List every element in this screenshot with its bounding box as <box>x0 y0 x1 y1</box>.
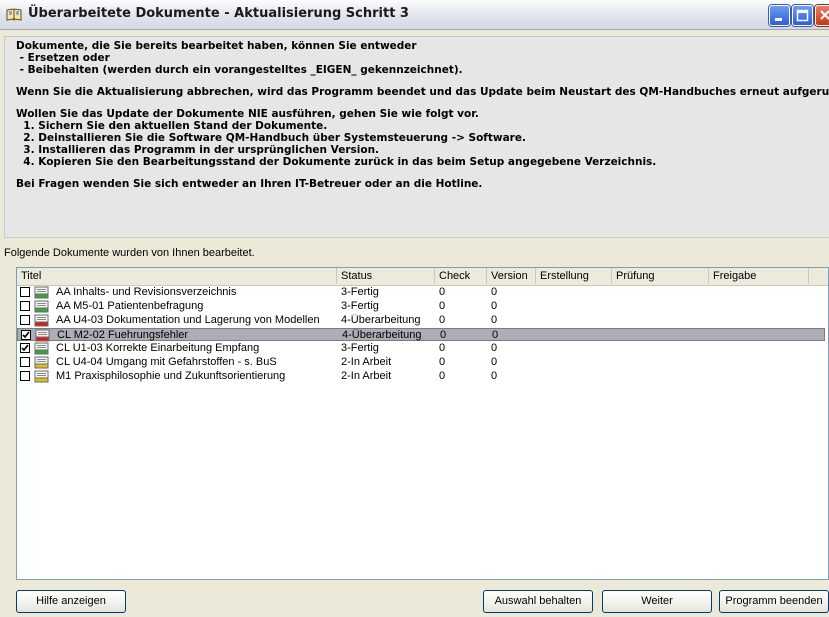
title-bar[interactable]: Überarbeitete Dokumente - Aktualisierung… <box>0 0 829 30</box>
row-checkbox[interactable] <box>20 343 30 353</box>
cell-version: 0 <box>491 342 498 354</box>
cell-check: 0 <box>439 370 446 382</box>
cell-title: CL M2-02 Fuehrungsfehler <box>57 329 189 341</box>
table-row[interactable]: CL U1-03 Korrekte Einarbeitung Empfang 3-… <box>17 342 825 355</box>
cell-check: 0 <box>439 300 446 312</box>
info-line: - Beibehalten (werden durch ein voranges… <box>16 64 463 76</box>
minimize-icon[interactable] <box>769 5 790 26</box>
cell-check: 0 <box>439 286 446 298</box>
table-row[interactable]: CL U4-04 Umgang mit Gefahrstoffen - s. B… <box>17 356 825 369</box>
info-line: Wenn Sie die Aktualisierung abbrechen, w… <box>16 86 829 98</box>
cell-status: 4-Überarbeitung <box>341 314 421 326</box>
document-icon <box>34 356 49 369</box>
documents-list[interactable]: Titel Status Check Version Erstellung Pr… <box>16 267 829 580</box>
document-icon <box>34 342 49 355</box>
row-checkbox[interactable] <box>20 287 30 297</box>
cell-status: 2-In Arbeit <box>341 356 392 368</box>
info-line: 3. Installieren das Programm in der ursp… <box>16 144 380 156</box>
column-header-erstellung[interactable]: Erstellung <box>536 268 612 284</box>
cell-check: 0 <box>439 356 446 368</box>
quit-program-button[interactable]: Programm beenden <box>719 590 829 613</box>
cell-status: 3-Fertig <box>341 342 379 354</box>
document-icon <box>34 314 49 327</box>
cell-title: AA Inhalts- und Revisionsverzeichnis <box>56 286 237 298</box>
cell-version: 0 <box>491 286 498 298</box>
cell-status: 2-In Arbeit <box>341 370 392 382</box>
column-header-freigabe[interactable]: Freigabe <box>709 268 809 284</box>
book-icon <box>6 8 22 21</box>
cell-check: 0 <box>439 314 446 326</box>
info-panel: Dokumente, die Sie bereits bearbeitet ha… <box>4 36 829 238</box>
column-header-check[interactable]: Check <box>435 268 487 284</box>
row-checkbox[interactable] <box>21 330 31 340</box>
next-button[interactable]: Weiter <box>602 590 712 613</box>
close-icon[interactable] <box>815 5 829 26</box>
row-checkbox[interactable] <box>20 357 30 367</box>
document-icon <box>34 286 49 299</box>
table-row[interactable]: M1 Praxisphilosophie und Zukunftsorienti… <box>17 370 825 383</box>
row-checkbox[interactable] <box>20 315 30 325</box>
info-line: 2. Deinstallieren Sie die Software QM-Ha… <box>16 132 526 144</box>
row-checkbox[interactable] <box>20 371 30 381</box>
cell-check: 0 <box>439 342 446 354</box>
keep-selection-button[interactable]: Auswahl behalten <box>483 590 593 613</box>
cell-version: 0 <box>491 314 498 326</box>
cell-status: 4-Überarbeitung <box>342 329 422 341</box>
column-header-version[interactable]: Version <box>487 268 536 284</box>
table-row[interactable]: AA M5-01 Patientenbefragung 3-Fertig 0 0 <box>17 300 825 313</box>
info-line: Dokumente, die Sie bereits bearbeitet ha… <box>16 40 417 52</box>
column-header-pruefung[interactable]: Prüfung <box>612 268 709 284</box>
column-header-status[interactable]: Status <box>337 268 435 284</box>
cell-status: 3-Fertig <box>341 286 379 298</box>
maximize-icon[interactable] <box>792 5 813 26</box>
cell-title: CL U4-04 Umgang mit Gefahrstoffen - s. B… <box>56 356 277 368</box>
cell-title: M1 Praxisphilosophie und Zukunftsorienti… <box>56 370 286 382</box>
column-header-titel[interactable]: Titel <box>17 268 337 284</box>
row-checkbox[interactable] <box>20 301 30 311</box>
list-caption: Folgende Dokumente wurden von Ihnen bear… <box>4 247 255 259</box>
cell-title: CL U1-03 Korrekte Einarbeitung Empfang <box>56 342 260 354</box>
cell-version: 0 <box>491 370 498 382</box>
cell-status: 3-Fertig <box>341 300 379 312</box>
help-button[interactable]: Hilfe anzeigen <box>16 590 126 613</box>
cell-title: AA U4-03 Dokumentation und Lagerung von … <box>56 314 320 326</box>
window-title: Überarbeitete Dokumente - Aktualisierung… <box>28 6 409 21</box>
table-row[interactable]: AA U4-03 Dokumentation und Lagerung von … <box>17 314 825 327</box>
info-line: 4. Kopieren Sie den Bearbeitungsstand de… <box>16 156 657 168</box>
info-line: 1. Sichern Sie den aktuellen Stand der D… <box>16 120 328 132</box>
cell-check: 0 <box>440 329 447 341</box>
table-row[interactable]: AA Inhalts- und Revisionsverzeichnis 3-Fe… <box>17 286 825 299</box>
cell-title: AA M5-01 Patientenbefragung <box>56 300 204 312</box>
cell-version: 0 <box>491 300 498 312</box>
document-icon <box>34 300 49 313</box>
cell-version: 0 <box>491 356 498 368</box>
info-line: - Ersetzen oder <box>16 52 110 64</box>
cell-version: 0 <box>492 329 499 341</box>
list-header: Titel Status Check Version Erstellung Pr… <box>17 268 828 286</box>
info-line: Bei Fragen wenden Sie sich entweder an I… <box>16 178 483 190</box>
table-row[interactable]: CL M2-02 Fuehrungsfehler 4-Überarbeitung 0… <box>17 328 825 342</box>
document-icon <box>35 329 50 342</box>
info-line: Wollen Sie das Update der Dokumente NIE … <box>16 108 479 120</box>
document-icon <box>34 370 49 383</box>
